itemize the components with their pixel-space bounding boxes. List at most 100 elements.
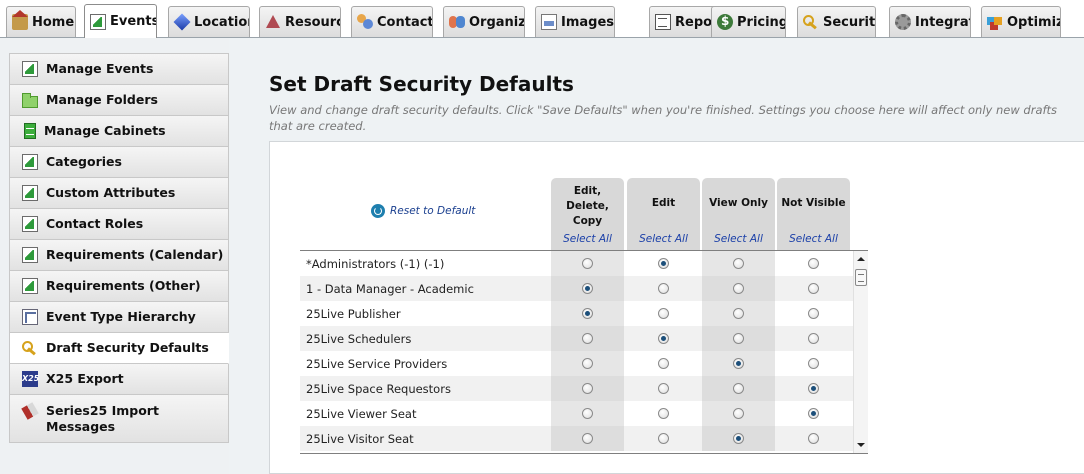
permission-radio[interactable] bbox=[582, 383, 593, 394]
sidebar-item-manage-events[interactable]: Manage Events bbox=[9, 54, 229, 85]
permission-cell bbox=[777, 426, 850, 451]
permission-radio[interactable] bbox=[658, 283, 669, 294]
scroll-down-icon[interactable] bbox=[857, 443, 865, 447]
permission-cell bbox=[627, 251, 700, 276]
sidebar-item-draft-security-defaults[interactable]: Draft Security Defaults bbox=[9, 333, 229, 364]
tab-pricing[interactable]: Pricing bbox=[711, 6, 786, 37]
sidebar-item-custom-attributes[interactable]: Custom Attributes bbox=[9, 178, 229, 209]
permission-cell bbox=[627, 376, 700, 401]
folder-icon bbox=[22, 93, 38, 108]
permission-cell bbox=[702, 301, 775, 326]
group-name: 1 - Data Manager - Academic bbox=[306, 281, 474, 296]
sidebar-item-requirements-calendar[interactable]: Requirements (Calendar) bbox=[9, 240, 229, 271]
column-title: Copy bbox=[572, 215, 603, 227]
group-name: 25Live Service Providers bbox=[306, 356, 448, 371]
main-content: Set Draft Security Defaults View and cha… bbox=[229, 38, 1084, 474]
tab-label: Contacts bbox=[377, 14, 432, 30]
permission-radio[interactable] bbox=[658, 433, 669, 444]
permission-radio[interactable] bbox=[658, 358, 669, 369]
permission-radio[interactable] bbox=[733, 408, 744, 419]
permission-radio[interactable] bbox=[808, 308, 819, 319]
select-all-link[interactable]: Select All bbox=[777, 233, 850, 245]
books-icon bbox=[21, 402, 39, 420]
permission-radio[interactable] bbox=[733, 433, 744, 444]
document-icon bbox=[22, 247, 38, 263]
reset-label: Reset to Default bbox=[390, 205, 476, 217]
permission-radio[interactable] bbox=[658, 408, 669, 419]
permission-cell bbox=[551, 351, 624, 376]
sidebar-item-manage-cabinets[interactable]: Manage Cabinets bbox=[9, 116, 229, 147]
select-all-link[interactable]: Select All bbox=[702, 233, 775, 245]
sidebar-item-contact-roles[interactable]: Contact Roles bbox=[9, 209, 229, 240]
permission-radio[interactable] bbox=[658, 308, 669, 319]
permission-cell bbox=[702, 276, 775, 301]
tab-label: Optimizer bbox=[1007, 14, 1060, 30]
permission-radio[interactable] bbox=[582, 283, 593, 294]
permission-radio[interactable] bbox=[733, 258, 744, 269]
permission-radio[interactable] bbox=[658, 258, 669, 269]
sidebar-item-label: Manage Cabinets bbox=[44, 123, 166, 138]
tab-label: Home bbox=[32, 14, 75, 30]
page-description: View and change draft security defaults.… bbox=[269, 103, 1058, 133]
tab-contacts[interactable]: Contacts bbox=[351, 6, 433, 37]
image-icon bbox=[541, 14, 557, 30]
permission-radio[interactable] bbox=[582, 308, 593, 319]
tab-optimizer[interactable]: Optimizer bbox=[981, 6, 1061, 37]
key-icon bbox=[22, 340, 38, 356]
permission-radio[interactable] bbox=[733, 308, 744, 319]
permission-radio[interactable] bbox=[582, 408, 593, 419]
document-icon bbox=[22, 216, 38, 232]
sidebar-item-label: X25 Export bbox=[46, 371, 124, 386]
tab-images[interactable]: Images bbox=[535, 6, 615, 37]
gear-icon bbox=[895, 14, 911, 30]
column-header: Edit, Delete, Copy Select All bbox=[551, 178, 624, 251]
permission-radio[interactable] bbox=[658, 383, 669, 394]
permission-radio[interactable] bbox=[733, 333, 744, 344]
permission-radio[interactable] bbox=[808, 433, 819, 444]
select-all-link[interactable]: Select All bbox=[627, 233, 700, 245]
permission-radio[interactable] bbox=[582, 358, 593, 369]
permission-radio[interactable] bbox=[582, 333, 593, 344]
sidebar-item-categories[interactable]: Categories bbox=[9, 147, 229, 178]
sidebar-item-label: Requirements (Other) bbox=[46, 278, 201, 293]
sidebar-item-event-type-hierarchy[interactable]: Event Type Hierarchy bbox=[9, 302, 229, 333]
scroll-up-icon[interactable] bbox=[857, 257, 865, 261]
sidebar-menu: Manage Events Manage Folders Manage Cabine… bbox=[9, 53, 229, 443]
permission-radio[interactable] bbox=[808, 408, 819, 419]
sidebar-item-series25-import-messages[interactable]: Series25 Import Messages bbox=[9, 395, 229, 443]
select-all-link[interactable]: Select All bbox=[551, 233, 624, 245]
permission-radio[interactable] bbox=[582, 258, 593, 269]
cube-icon bbox=[173, 13, 191, 31]
permission-radio[interactable] bbox=[658, 333, 669, 344]
grid-rows: *Administrators (-1) (-1) 1 - Data Manage… bbox=[300, 251, 868, 451]
permission-radio[interactable] bbox=[733, 383, 744, 394]
tab-label: Organizations bbox=[469, 14, 524, 30]
permission-cell bbox=[777, 251, 850, 276]
permission-radio[interactable] bbox=[808, 383, 819, 394]
permission-radio[interactable] bbox=[808, 283, 819, 294]
sidebar-item-manage-folders[interactable]: Manage Folders bbox=[9, 85, 229, 116]
tab-security[interactable]: Security bbox=[797, 6, 876, 37]
organizations-icon bbox=[449, 14, 465, 30]
tab-integration[interactable]: Integration bbox=[889, 6, 971, 37]
tab-organizations[interactable]: Organizations bbox=[443, 6, 525, 37]
permission-radio[interactable] bbox=[733, 283, 744, 294]
permission-cell bbox=[777, 401, 850, 426]
sidebar-item-label: Contact Roles bbox=[46, 216, 144, 231]
tab-resources[interactable]: Resources bbox=[259, 6, 341, 37]
tab-home[interactable]: Home bbox=[6, 6, 76, 37]
sidebar-item-requirements-other[interactable]: Requirements (Other) bbox=[9, 271, 229, 302]
sidebar-item-x25-export[interactable]: X25 X25 Export bbox=[9, 364, 229, 395]
grid-scrollbar[interactable] bbox=[853, 251, 868, 453]
reset-to-default-link[interactable]: Reset to Default bbox=[371, 204, 475, 218]
permission-radio[interactable] bbox=[808, 358, 819, 369]
tab-events[interactable]: Events bbox=[84, 4, 157, 38]
permission-radio[interactable] bbox=[808, 258, 819, 269]
permission-radio[interactable] bbox=[733, 358, 744, 369]
permission-radio[interactable] bbox=[808, 333, 819, 344]
permission-radio[interactable] bbox=[582, 433, 593, 444]
tab-locations[interactable]: Locations bbox=[168, 6, 250, 37]
permission-cell bbox=[627, 276, 700, 301]
scroll-thumb[interactable] bbox=[855, 269, 867, 286]
column-header: View Only Select All bbox=[702, 178, 775, 251]
